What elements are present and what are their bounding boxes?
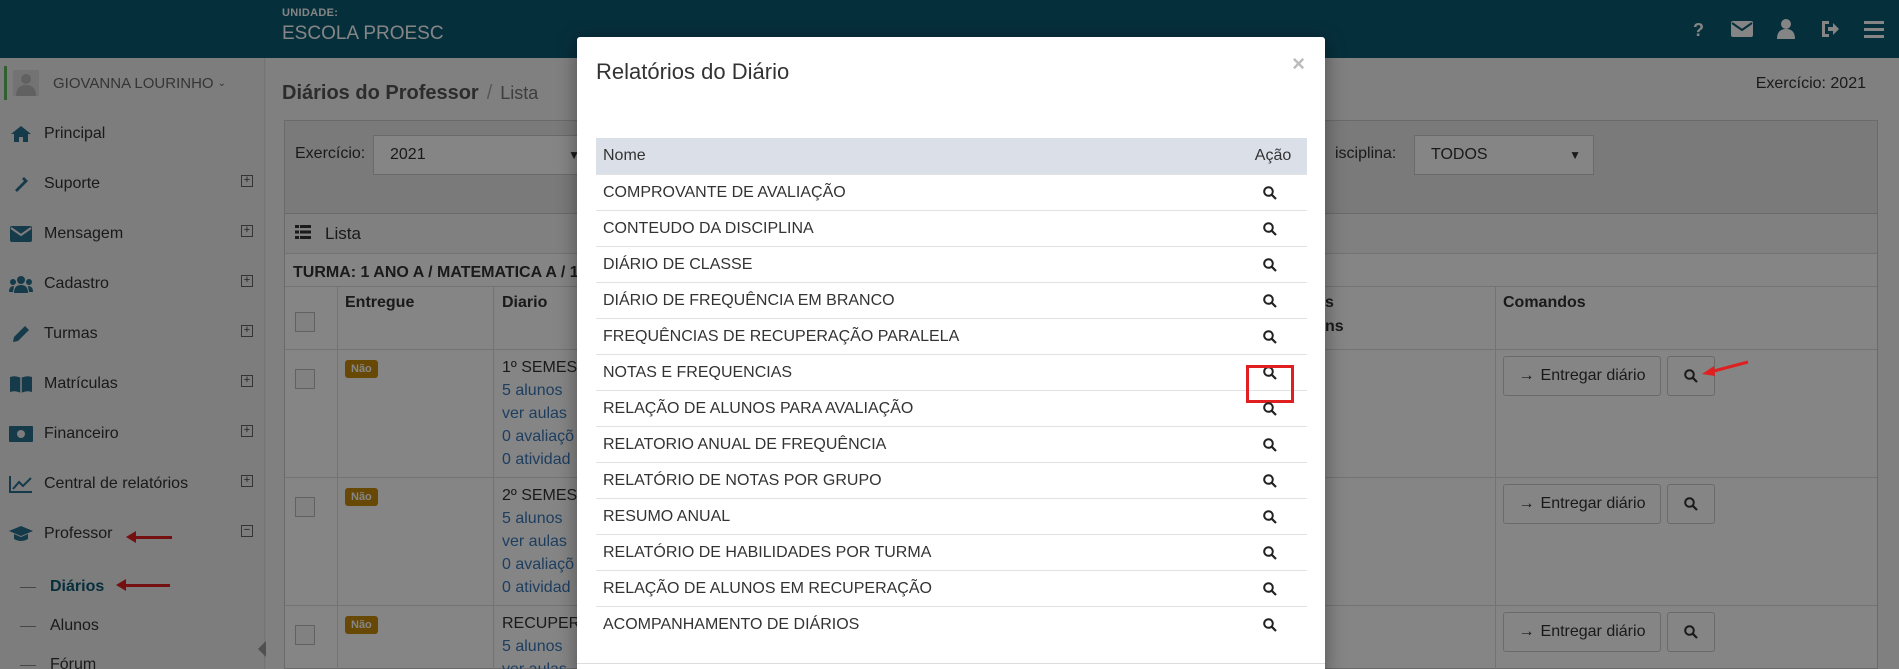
open-report-button[interactable] bbox=[1233, 185, 1307, 200]
table-row: RELAÇÃO DE ALUNOS EM RECUPERAÇÃO bbox=[596, 570, 1307, 606]
open-report-button[interactable] bbox=[1233, 581, 1307, 596]
table-row: RELATÓRIO DE NOTAS POR GRUPO bbox=[596, 462, 1307, 498]
table-row: RELATORIO ANUAL DE FREQUÊNCIA bbox=[596, 426, 1307, 462]
open-report-button[interactable] bbox=[1233, 545, 1307, 560]
table-row: CONTEUDO DA DISCIPLINA bbox=[596, 210, 1307, 246]
report-name: RELATORIO ANUAL DE FREQUÊNCIA bbox=[603, 435, 887, 453]
search-icon bbox=[1263, 293, 1277, 308]
table-header: Nome Ação bbox=[596, 138, 1307, 174]
open-report-button[interactable] bbox=[1233, 473, 1307, 488]
search-icon bbox=[1263, 545, 1277, 560]
annotation-arrow bbox=[1702, 360, 1749, 376]
report-name: CONTEUDO DA DISCIPLINA bbox=[603, 219, 814, 237]
open-report-button[interactable] bbox=[1233, 221, 1307, 236]
column-header-acao: Ação bbox=[1254, 147, 1292, 164]
search-icon bbox=[1263, 257, 1277, 272]
table-row: RELAÇÃO DE ALUNOS PARA AVALIAÇÃO bbox=[596, 390, 1307, 426]
report-name: RESUMO ANUAL bbox=[603, 507, 731, 525]
search-icon bbox=[1263, 509, 1277, 524]
open-report-button[interactable] bbox=[1233, 364, 1307, 403]
table-row: COMPROVANTE DE AVALIAÇÃO bbox=[596, 174, 1307, 210]
open-report-button[interactable] bbox=[1233, 617, 1307, 632]
search-icon bbox=[1263, 617, 1277, 632]
reports-modal: Relatórios do Diário × Nome Ação COMPROV… bbox=[577, 37, 1325, 669]
table-row: DIÁRIO DE CLASSE bbox=[596, 246, 1307, 282]
search-icon bbox=[1263, 581, 1277, 596]
open-report-button[interactable] bbox=[1233, 329, 1307, 344]
column-header-nome: Nome bbox=[603, 147, 646, 164]
annotation-highlight-box bbox=[1246, 364, 1294, 403]
search-icon bbox=[1263, 473, 1277, 488]
report-name: RELATÓRIO DE NOTAS POR GRUPO bbox=[603, 471, 882, 489]
report-name: ACOMPANHAMENTO DE DIÁRIOS bbox=[603, 615, 860, 633]
table-row: NOTAS E FREQUENCIAS bbox=[596, 354, 1307, 403]
search-icon bbox=[1263, 437, 1277, 452]
report-name: NOTAS E FREQUENCIAS bbox=[603, 363, 793, 381]
report-name: RELAÇÃO DE ALUNOS EM RECUPERAÇÃO bbox=[603, 579, 932, 597]
modal-title: Relatórios do Diário bbox=[596, 59, 790, 84]
open-report-button[interactable] bbox=[1233, 293, 1307, 308]
search-icon bbox=[1263, 401, 1277, 416]
report-name: DIÁRIO DE FREQUÊNCIA EM BRANCO bbox=[603, 291, 895, 309]
report-name: COMPROVANTE DE AVALIAÇÃO bbox=[603, 183, 846, 201]
report-name: RELATÓRIO DE HABILIDADES POR TURMA bbox=[603, 543, 932, 561]
table-row: ACOMPANHAMENTO DE DIÁRIOS bbox=[596, 606, 1307, 642]
close-button[interactable]: × bbox=[1292, 51, 1305, 77]
open-report-button[interactable] bbox=[1233, 437, 1307, 452]
report-name: FREQUÊNCIAS DE RECUPERAÇÃO PARALELA bbox=[603, 327, 960, 345]
table-row: RELATÓRIO DE HABILIDADES POR TURMA bbox=[596, 534, 1307, 570]
table-row: FREQUÊNCIAS DE RECUPERAÇÃO PARALELA bbox=[596, 318, 1307, 354]
search-icon bbox=[1263, 329, 1277, 344]
report-name: DIÁRIO DE CLASSE bbox=[603, 255, 753, 273]
open-report-button[interactable] bbox=[1233, 509, 1307, 524]
search-icon bbox=[1263, 185, 1277, 200]
reports-table: Nome Ação COMPROVANTE DE AVALIAÇÃO CONTEU… bbox=[596, 138, 1307, 642]
open-report-button[interactable] bbox=[1233, 257, 1307, 272]
table-row: RESUMO ANUAL bbox=[596, 498, 1307, 534]
search-icon bbox=[1263, 221, 1277, 236]
open-report-button[interactable] bbox=[1233, 401, 1307, 416]
report-name: RELAÇÃO DE ALUNOS PARA AVALIAÇÃO bbox=[603, 399, 914, 417]
table-row: DIÁRIO DE FREQUÊNCIA EM BRANCO bbox=[596, 282, 1307, 318]
